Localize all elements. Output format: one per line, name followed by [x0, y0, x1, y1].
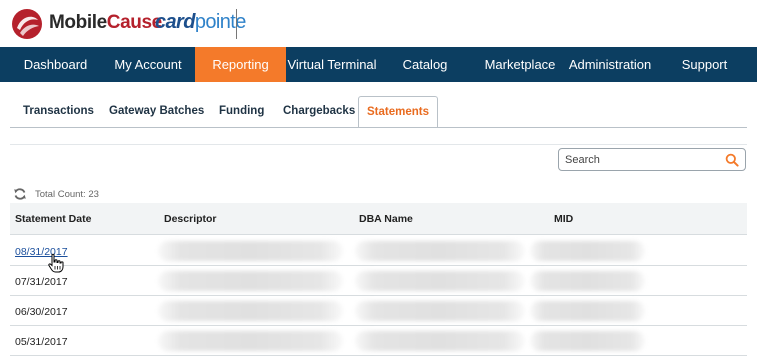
subtab-funding[interactable]: Funding [219, 96, 264, 127]
statement-date[interactable]: 06/30/2017 [15, 306, 68, 318]
redacted-dba-name [355, 301, 525, 321]
column-header-mid[interactable]: MID [554, 213, 573, 225]
nav-catalog[interactable]: Catalog [378, 47, 472, 82]
statement-date[interactable]: 07/31/2017 [15, 276, 68, 288]
cardpointe-logo: cardpointe [155, 11, 246, 33]
hand-cursor-icon [48, 253, 64, 273]
total-count: Total Count: 23 [35, 189, 99, 200]
table-row: 05/31/2017 [10, 326, 747, 356]
report-subtabs: Transactions Gateway Batches Funding Cha… [0, 96, 757, 128]
nav-marketplace[interactable]: Marketplace [472, 47, 568, 82]
content-divider [10, 144, 747, 145]
table-row: 08/31/2017 [10, 236, 747, 266]
nav-administration[interactable]: Administration [568, 47, 652, 82]
subtab-gateway-batches[interactable]: Gateway Batches [109, 96, 204, 127]
column-header-statement-date[interactable]: Statement Date [15, 213, 91, 225]
nav-reporting[interactable]: Reporting [195, 47, 286, 82]
nav-my-account[interactable]: My Account [111, 47, 185, 82]
search-icon[interactable] [725, 153, 739, 167]
subtab-transactions[interactable]: Transactions [23, 96, 94, 127]
redacted-dba-name [355, 271, 525, 291]
redacted-dba-name [355, 241, 525, 261]
table-row: 07/31/2017 [10, 266, 747, 296]
subtabs-divider [10, 127, 747, 128]
redacted-dba-name [355, 331, 525, 351]
statement-date[interactable]: 05/31/2017 [15, 336, 68, 348]
search-box[interactable] [558, 148, 746, 171]
search-input[interactable] [565, 152, 715, 168]
redacted-descriptor [158, 331, 343, 351]
redacted-mid [530, 301, 645, 321]
nav-support[interactable]: Support [652, 47, 757, 82]
redacted-mid [530, 271, 645, 291]
redacted-descriptor [158, 271, 343, 291]
redacted-descriptor [158, 301, 343, 321]
mobilecause-logo-icon [12, 9, 42, 39]
column-header-dba-name[interactable]: DBA Name [359, 213, 413, 225]
app-header: MobileCause cardpointe [0, 0, 757, 47]
redacted-mid [530, 331, 645, 351]
nav-virtual-terminal[interactable]: Virtual Terminal [286, 47, 378, 82]
subtab-chargebacks[interactable]: Chargebacks [283, 96, 355, 127]
main-nav: Dashboard My Account Reporting Virtual T… [0, 47, 757, 82]
refresh-icon[interactable] [13, 187, 27, 201]
table-header: Statement Date Descriptor DBA Name MID [10, 203, 747, 235]
subtab-statements[interactable]: Statements [358, 96, 438, 128]
header-divider [236, 9, 237, 39]
table-row: 06/30/2017 [10, 296, 747, 326]
column-header-descriptor[interactable]: Descriptor [164, 213, 217, 225]
nav-dashboard[interactable]: Dashboard [0, 47, 111, 82]
redacted-mid [530, 241, 645, 261]
redacted-descriptor [158, 241, 343, 261]
mobilecause-wordmark: MobileCause [49, 12, 162, 33]
